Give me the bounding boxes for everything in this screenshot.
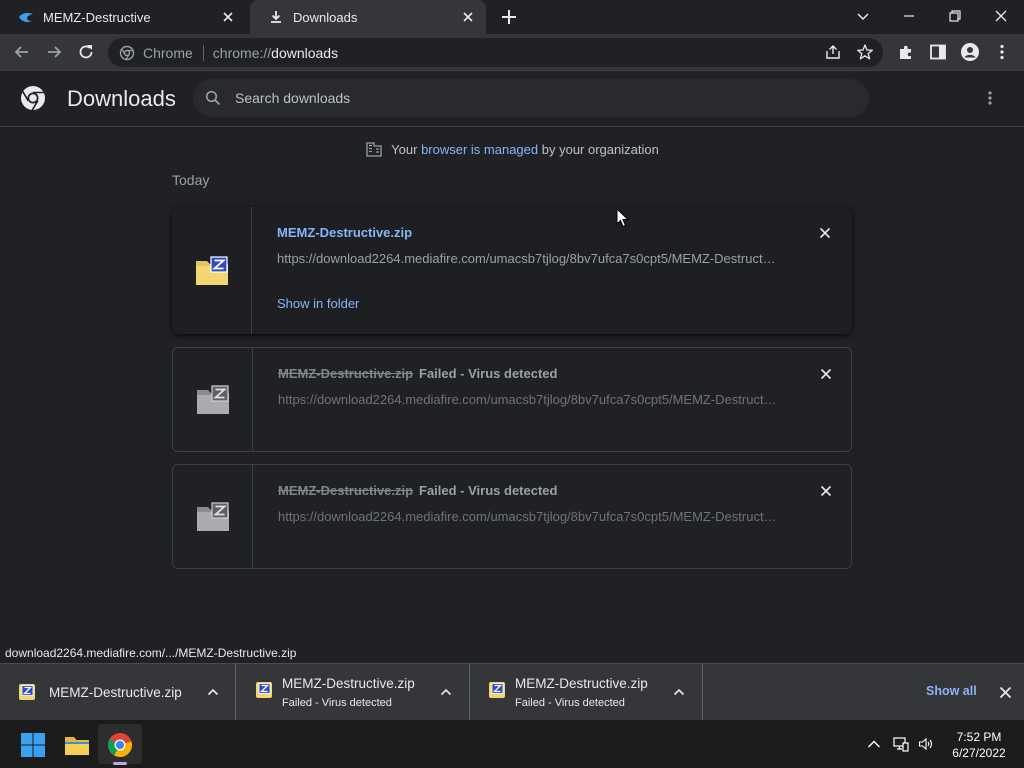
mouse-cursor-icon xyxy=(616,208,630,228)
side-panel-icon[interactable] xyxy=(928,42,948,62)
active-app-indicator xyxy=(113,762,127,765)
search-input[interactable] xyxy=(235,90,835,106)
clock-date: 6/27/2022 xyxy=(952,746,1006,760)
zip-file-icon xyxy=(195,255,229,286)
chevron-up-icon[interactable] xyxy=(206,685,220,699)
search-icon xyxy=(205,90,221,106)
close-icon[interactable] xyxy=(220,9,236,25)
mediafire-favicon-icon xyxy=(18,9,34,25)
clock-time: 7:52 PM xyxy=(956,730,1002,744)
download-item: MEMZ-Destructive.zip Failed - Virus dete… xyxy=(172,347,852,452)
zip-file-icon xyxy=(18,683,36,701)
building-icon xyxy=(365,140,383,158)
download-status: Failed - Virus detected xyxy=(419,366,558,381)
file-explorer-icon[interactable] xyxy=(64,732,90,758)
restore-icon[interactable] xyxy=(945,6,965,26)
reload-icon[interactable] xyxy=(76,42,96,62)
close-icon[interactable] xyxy=(460,9,476,25)
remove-download-close-icon[interactable] xyxy=(819,484,833,498)
bookmark-star-icon[interactable] xyxy=(856,43,874,61)
download-file-name: MEMZ-Destructive.zip xyxy=(278,483,414,498)
close-shelf-icon[interactable] xyxy=(999,686,1012,699)
profile-avatar-icon[interactable] xyxy=(960,42,980,62)
zip-file-icon xyxy=(255,681,273,699)
page-title: Downloads xyxy=(67,86,176,111)
managed-notice: Your browser is managed by your organiza… xyxy=(0,140,1024,158)
search-box xyxy=(193,79,869,117)
managed-link[interactable]: browser is managed xyxy=(421,142,538,157)
chevron-up-icon[interactable] xyxy=(439,685,453,699)
shelf-download-item[interactable]: MEMZ-Destructive.zip xyxy=(0,664,236,720)
download-file-name: MEMZ-Destructive.zip xyxy=(278,366,414,381)
volume-icon[interactable] xyxy=(918,736,934,752)
tab-downloads[interactable]: Downloads xyxy=(250,0,486,34)
share-icon[interactable] xyxy=(824,43,842,61)
browser-toolbar: Chrome chrome:// downloads xyxy=(0,34,1024,71)
download-file-name-link[interactable]: MEMZ-Destructive.zip xyxy=(277,225,412,240)
date-group-label: Today xyxy=(172,172,210,188)
remove-download-close-icon[interactable] xyxy=(819,367,833,381)
back-arrow-icon[interactable] xyxy=(12,42,32,62)
forward-arrow-icon[interactable] xyxy=(44,42,64,62)
more-actions-icon[interactable] xyxy=(981,88,999,108)
downloads-header: Downloads xyxy=(0,71,1024,127)
minimize-icon[interactable] xyxy=(899,6,919,26)
tab-title: MEMZ-Destructive xyxy=(43,9,151,25)
close-window-icon[interactable] xyxy=(991,6,1011,26)
zip-file-icon xyxy=(196,384,230,415)
tab-title: Downloads xyxy=(293,9,358,25)
download-icon xyxy=(268,9,284,25)
chrome-page-icon xyxy=(119,45,135,61)
download-source-url[interactable]: https://download2264.mediafire.com/umacs… xyxy=(278,509,778,524)
url-host: downloads xyxy=(271,44,339,61)
taskbar-clock[interactable]: 7:52 PM 6/27/2022 xyxy=(944,729,1014,761)
managed-suffix: by your organization xyxy=(541,141,659,157)
omnibox-chip: Chrome xyxy=(143,44,193,61)
chrome-menu-icon[interactable] xyxy=(992,42,1012,62)
tab-strip: MEMZ-Destructive Downloads xyxy=(0,0,1024,34)
chrome-logo-icon xyxy=(20,85,46,111)
remove-download-close-icon[interactable] xyxy=(818,226,832,240)
download-item: MEMZ-Destructive.zip https://download226… xyxy=(172,207,852,334)
zip-file-icon xyxy=(488,681,506,699)
extensions-puzzle-icon[interactable] xyxy=(896,42,916,62)
shelf-download-status: Failed - Virus detected xyxy=(282,697,392,709)
url-scheme: chrome:// xyxy=(212,44,272,61)
link-status-bubble: download2264.mediafire.com/.../MEMZ-Dest… xyxy=(0,644,302,663)
download-source-url[interactable]: https://download2264.mediafire.com/umacs… xyxy=(278,392,778,407)
tab-search-chevron-icon[interactable] xyxy=(853,6,873,26)
show-in-folder-link[interactable]: Show in folder xyxy=(277,296,359,311)
new-tab-plus-icon[interactable] xyxy=(499,8,519,26)
address-bar[interactable]: Chrome chrome:// downloads xyxy=(108,38,883,67)
chevron-up-icon[interactable] xyxy=(672,685,686,699)
shelf-download-status: Failed - Virus detected xyxy=(515,697,625,709)
omnibox-divider xyxy=(202,44,204,61)
managed-prefix: Your xyxy=(391,141,418,157)
shelf-file-name: MEMZ-Destructive.zip xyxy=(282,676,415,691)
tray-overflow-chevron-icon[interactable] xyxy=(866,736,882,752)
shelf-file-name: MEMZ-Destructive.zip xyxy=(515,676,648,691)
download-source-url[interactable]: https://download2264.mediafire.com/umacs… xyxy=(277,251,777,266)
chrome-taskbar-icon[interactable] xyxy=(107,732,133,758)
download-item: MEMZ-Destructive.zip Failed - Virus dete… xyxy=(172,464,852,569)
shelf-download-item[interactable]: MEMZ-Destructive.zip Failed - Virus dete… xyxy=(237,664,470,720)
download-shelf: MEMZ-Destructive.zip MEMZ-Destructive.zi… xyxy=(0,663,1024,720)
network-icon[interactable] xyxy=(893,736,909,752)
windows-start-icon[interactable] xyxy=(20,732,46,758)
windows-taskbar: 7:52 PM 6/27/2022 xyxy=(0,720,1024,768)
shelf-file-name: MEMZ-Destructive.zip xyxy=(49,685,182,700)
zip-file-icon xyxy=(196,501,230,532)
shelf-download-item[interactable]: MEMZ-Destructive.zip Failed - Virus dete… xyxy=(470,664,703,720)
download-status: Failed - Virus detected xyxy=(419,483,558,498)
tab-memz-destructive[interactable]: MEMZ-Destructive xyxy=(0,0,246,34)
show-all-button[interactable]: Show all xyxy=(926,684,977,698)
